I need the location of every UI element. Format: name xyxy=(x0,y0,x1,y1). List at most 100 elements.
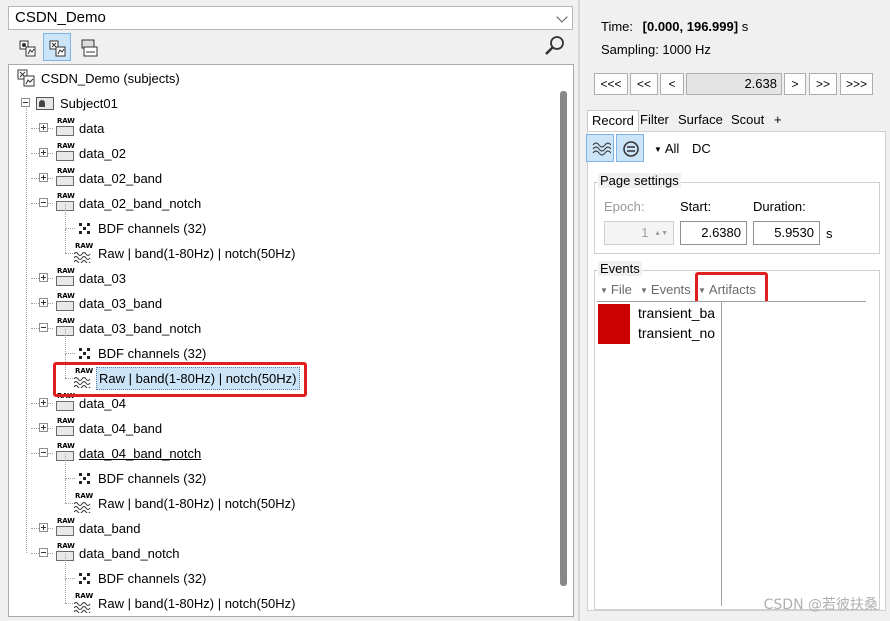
expand-icon[interactable] xyxy=(39,423,48,432)
start-label: Start: xyxy=(680,199,712,214)
tree-root[interactable]: CSDN_Demo (subjects) xyxy=(9,66,549,91)
tree-item-label: data_band_notch xyxy=(79,546,180,561)
tree-item-label: Raw | band(1-80Hz) | notch(50Hz) xyxy=(98,596,296,611)
chevron-down-icon xyxy=(556,11,568,23)
dropdown-triangle-icon: ▼ xyxy=(600,286,608,295)
tree-folder-item[interactable]: RAW data_band xyxy=(9,516,549,541)
tree-folder-item[interactable]: RAW data xyxy=(9,116,549,141)
events-title: Events xyxy=(598,261,642,276)
view-functional-button[interactable] xyxy=(13,33,41,61)
expand-icon[interactable] xyxy=(39,148,48,157)
expand-icon[interactable] xyxy=(39,123,48,132)
nav-back-large-button[interactable]: <<< xyxy=(594,73,628,95)
event-item[interactable]: transient_no xyxy=(638,325,720,341)
channels-icon xyxy=(79,473,90,484)
tree-folder-item[interactable]: RAW data_04_band_notch xyxy=(9,441,549,466)
epoch-value: 1 xyxy=(641,225,649,240)
tab-surface[interactable]: Surface xyxy=(674,110,727,132)
tree-folder-item[interactable]: RAW data_03 xyxy=(9,266,549,291)
events-events-menu[interactable]: ▼ Events xyxy=(640,282,691,297)
nav-forward-small-button[interactable]: > xyxy=(784,73,806,95)
start-field[interactable]: 2.6380 xyxy=(680,221,747,245)
spinner-arrows-icon: ▲▼ xyxy=(654,230,668,237)
scrollbar-thumb[interactable] xyxy=(560,91,567,586)
event-groups-list[interactable] xyxy=(597,302,721,606)
tree-folder-item[interactable]: RAW data_band_notch xyxy=(9,541,549,566)
page-settings-title: Page settings xyxy=(598,173,681,188)
database-explorer-panel: CSDN_Demo CSDN_Demo (subjects) Subject01… xyxy=(0,0,576,621)
expand-icon[interactable] xyxy=(39,298,48,307)
tree-raw-item[interactable]: RAW Raw | band(1-80Hz) | notch(50Hz) xyxy=(9,479,549,516)
butterfly-waves-icon xyxy=(592,142,611,156)
montage-all-dropdown[interactable]: ▼ All xyxy=(654,141,679,156)
tree-folder-item[interactable]: RAW data_03_band xyxy=(9,291,549,316)
tree-guide-line xyxy=(65,329,66,354)
search-button[interactable] xyxy=(543,34,569,60)
dropdown-triangle-icon: ▼ xyxy=(640,286,648,295)
display-mode-column-button[interactable] xyxy=(616,134,644,162)
events-file-menu[interactable]: ▼ File xyxy=(600,282,632,297)
event-item[interactable]: transient_ba xyxy=(638,305,720,321)
events-menu-label: Events xyxy=(650,282,691,297)
tree-guide-line xyxy=(65,579,66,603)
nav-back-medium-button[interactable]: << xyxy=(630,73,658,95)
collapse-icon[interactable] xyxy=(39,198,48,207)
tab-record[interactable]: Record xyxy=(587,110,639,132)
nav-forward-large-button[interactable]: >>> xyxy=(840,73,873,95)
duration-field[interactable]: 5.9530 xyxy=(753,221,820,245)
tree-channel-item[interactable]: BDF channels (32) xyxy=(9,204,549,241)
sampling-info: Sampling: 1000 Hz xyxy=(601,42,711,57)
columns-circle-icon xyxy=(623,141,639,157)
tab-scout[interactable]: Scout xyxy=(727,110,768,132)
highlight-box-selected-item xyxy=(53,362,307,397)
tab-add[interactable]: + xyxy=(770,110,786,132)
raw-recording-icon: RAW xyxy=(74,593,93,613)
raw-folder-icon: RAW xyxy=(56,118,75,137)
tab-filter[interactable]: Filter xyxy=(636,110,673,132)
expand-icon[interactable] xyxy=(39,273,48,282)
display-mode-butterfly-button[interactable] xyxy=(586,134,614,162)
collapse-icon[interactable] xyxy=(21,98,30,107)
expand-icon[interactable] xyxy=(39,173,48,182)
tree-scrollbar[interactable] xyxy=(557,66,571,614)
raw-recording-icon: RAW xyxy=(74,243,93,263)
nav-back-small-button[interactable]: < xyxy=(660,73,684,95)
tree-guide-line xyxy=(65,554,66,579)
nav-forward-medium-button[interactable]: >> xyxy=(809,73,837,95)
view-subjects-button[interactable] xyxy=(43,33,71,61)
tree-folder-item[interactable]: RAW data_02_band_notch xyxy=(9,191,549,216)
tree-folder-item[interactable]: RAW data_03_band_notch xyxy=(9,316,549,341)
raw-folder-icon: RAW xyxy=(56,518,75,537)
file-menu-label: File xyxy=(610,282,632,297)
raw-folder-icon: RAW xyxy=(56,168,75,187)
database-tree: CSDN_Demo (subjects) Subject01 RAW data RAW d… xyxy=(8,64,574,617)
tree-guide-line xyxy=(65,478,75,479)
duration-unit: s xyxy=(826,226,833,241)
protocol-dropdown[interactable]: CSDN_Demo xyxy=(8,6,573,30)
collapse-icon[interactable] xyxy=(39,548,48,557)
tree-raw-item[interactable]: RAW Raw | band(1-80Hz) | notch(50Hz) xyxy=(9,579,549,616)
collapse-icon[interactable] xyxy=(39,448,48,457)
raw-folder-icon: RAW xyxy=(56,293,75,312)
tree-item-label: data_03_band_notch xyxy=(79,321,202,336)
expand-icon[interactable] xyxy=(39,523,48,532)
tree-item-label: Raw | band(1-80Hz) | notch(50Hz) xyxy=(98,246,296,261)
view-conditions-button[interactable] xyxy=(74,33,102,61)
tree-channel-item[interactable]: BDF channels (32) xyxy=(9,454,549,491)
raw-folder-icon: RAW xyxy=(56,418,75,437)
tree-folder-item[interactable]: RAW data_02 xyxy=(9,141,549,166)
panel-divider[interactable] xyxy=(578,0,580,621)
tree-channel-item[interactable]: BDF channels (32) xyxy=(9,554,549,591)
dc-offset-button[interactable]: DC xyxy=(692,141,711,156)
event-occurrences-list[interactable] xyxy=(722,302,866,606)
tree-subject[interactable]: Subject01 xyxy=(9,91,549,116)
collapse-icon[interactable] xyxy=(39,323,48,332)
tree-guide-line xyxy=(65,353,75,354)
tree-folder-item[interactable]: RAW data_02_band xyxy=(9,166,549,191)
current-time-field[interactable]: 2.638 xyxy=(686,73,782,95)
expand-icon[interactable] xyxy=(39,398,48,407)
view-subjects-icon xyxy=(49,40,66,57)
tree-folder-item[interactable]: RAW data_04_band xyxy=(9,416,549,441)
search-icon xyxy=(545,36,564,55)
tree-raw-item[interactable]: RAW Raw | band(1-80Hz) | notch(50Hz) xyxy=(9,229,549,266)
